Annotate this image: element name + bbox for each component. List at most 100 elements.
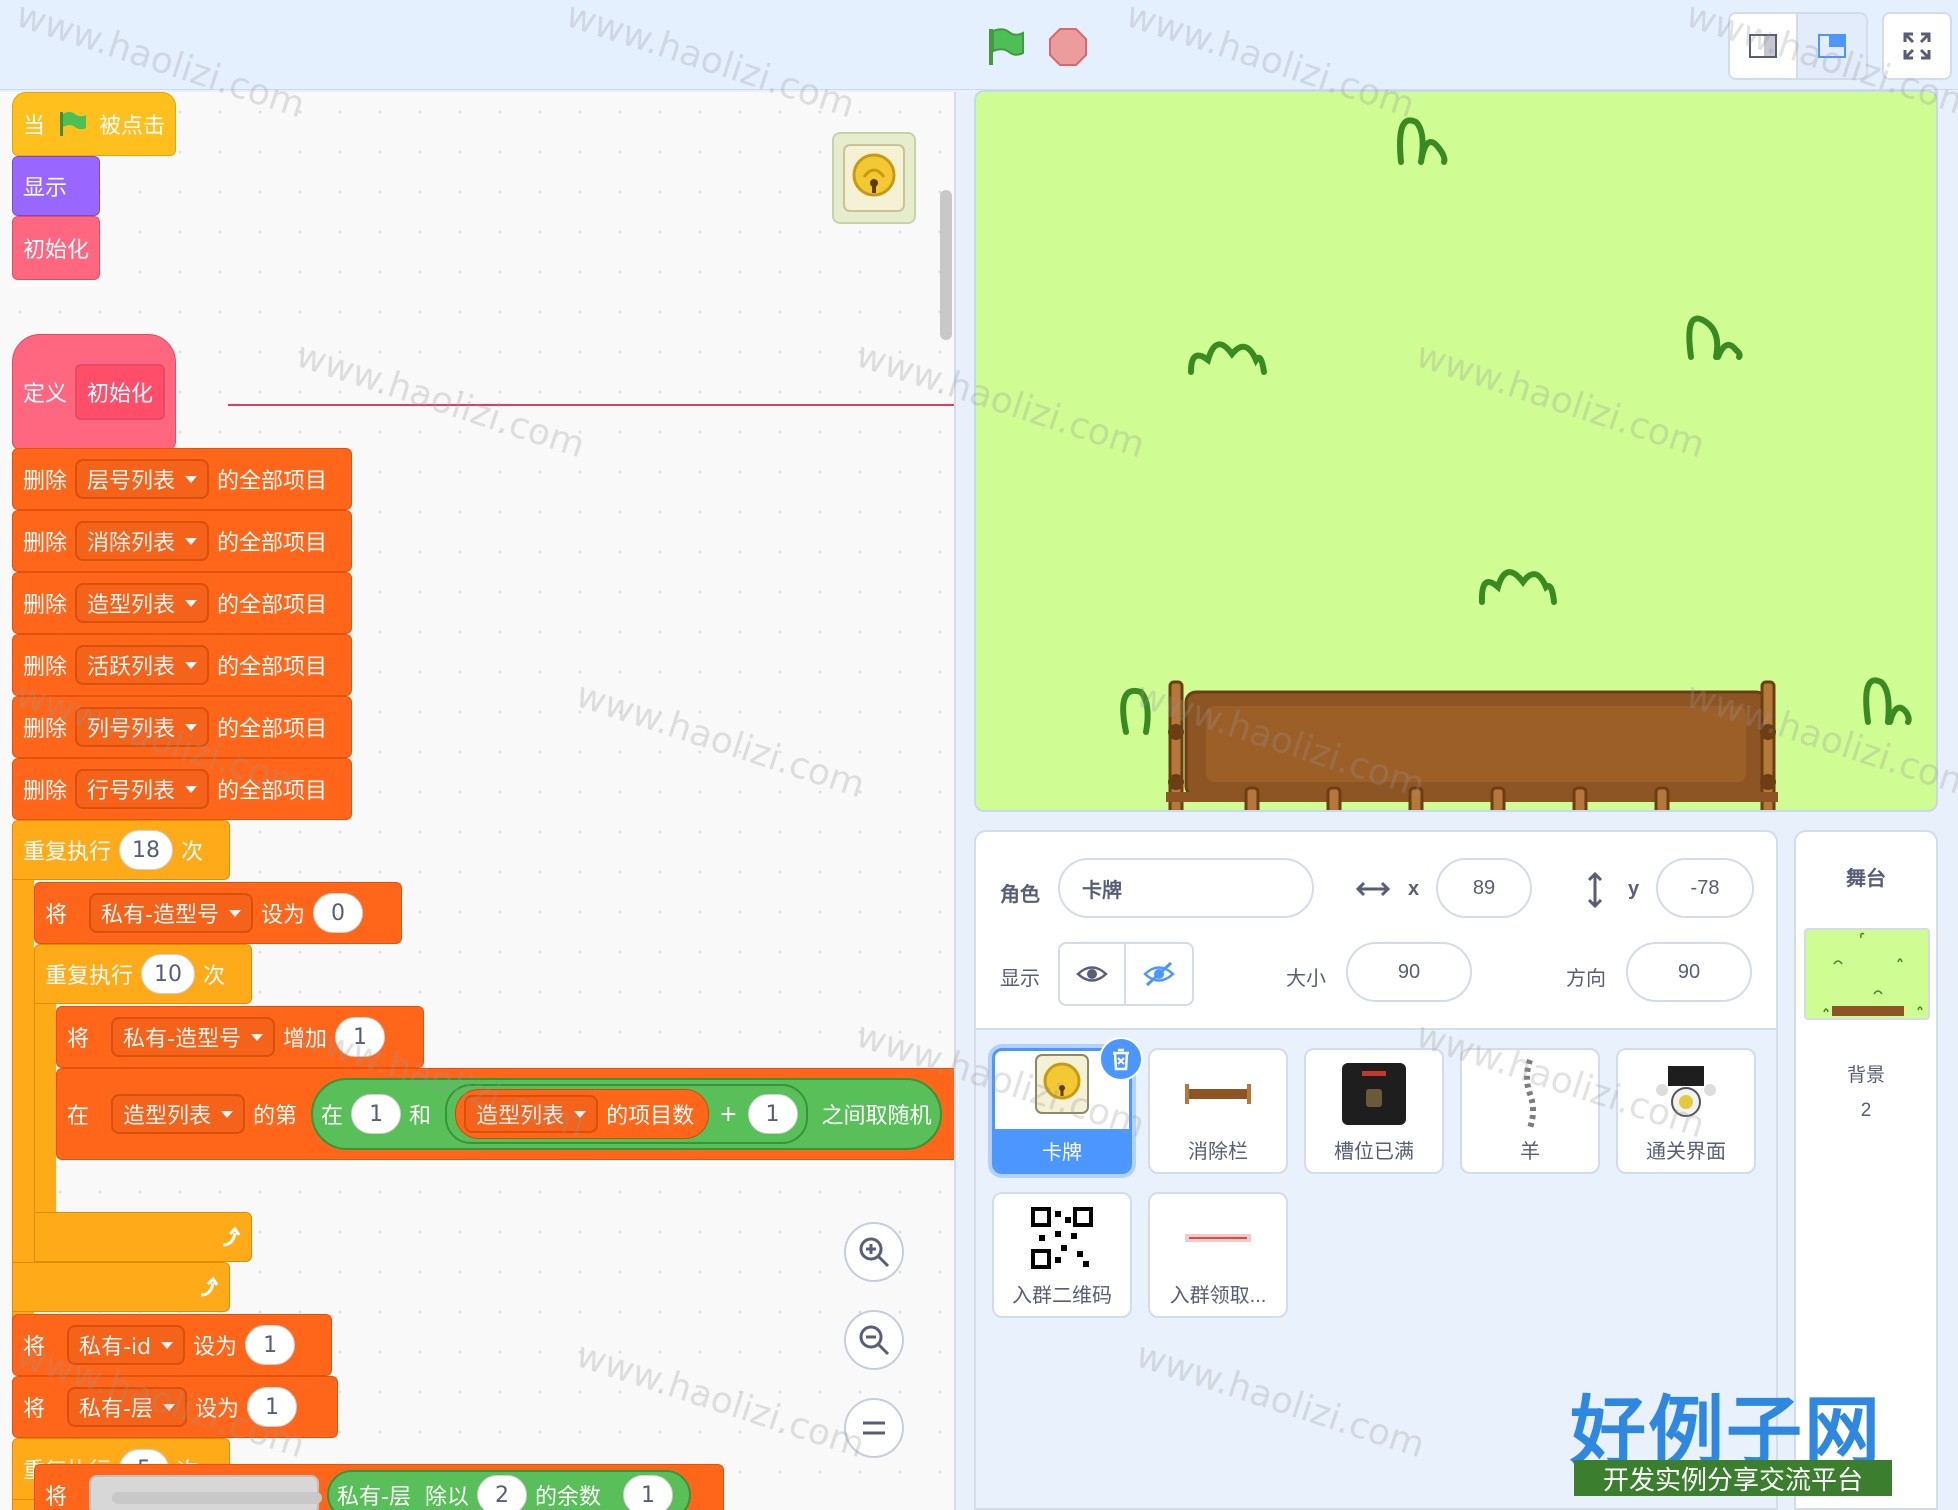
- green-flag-button[interactable]: [980, 20, 1032, 72]
- stage-target-pane[interactable]: 舞台 背景 2: [1794, 830, 1938, 1510]
- code-area[interactable]: 当 被点击 显示 初始化 定义 初始化 删除 层号列表 的全部项目 删除 消除列…: [0, 92, 956, 1510]
- y-input[interactable]: -78: [1656, 858, 1754, 918]
- variable-dropdown[interactable]: 私有-id: [67, 1325, 186, 1365]
- repeat-end: [34, 1212, 252, 1262]
- list-length-block[interactable]: 造型列表 的项目数: [455, 1089, 710, 1139]
- delete-all-block[interactable]: 删除 层号列表 的全部项目: [12, 448, 352, 510]
- call-init-block[interactable]: 初始化: [12, 216, 100, 280]
- list-dropdown[interactable]: 消除列表: [75, 521, 210, 561]
- fullscreen-button[interactable]: [1882, 12, 1952, 80]
- delete-all-block[interactable]: 删除 活跃列表 的全部项目: [12, 634, 352, 696]
- size-label: 大小: [1286, 968, 1326, 990]
- stage-size-toggle: [1728, 12, 1952, 80]
- eye-icon: [1076, 966, 1108, 982]
- repeat-arm: [12, 872, 34, 1326]
- list-dropdown[interactable]: 活跃列表: [75, 645, 210, 685]
- chevron-down-icon: [228, 909, 241, 917]
- define-init-block[interactable]: 定义 初始化: [12, 334, 176, 450]
- when-label: 当: [23, 114, 46, 139]
- x-input[interactable]: 89: [1436, 858, 1532, 918]
- join-group-thumbnail: [1178, 1203, 1258, 1273]
- value-input[interactable]: 1: [334, 1017, 385, 1057]
- repeat-18-block[interactable]: 重复执行 18 次: [12, 820, 230, 880]
- list-dropdown[interactable]: 行号列表: [75, 769, 210, 809]
- add-block[interactable]: 造型列表 的项目数 + 1: [445, 1084, 808, 1144]
- repeat-count-input[interactable]: 10: [141, 954, 196, 994]
- delete-sprite-button[interactable]: [1099, 1037, 1143, 1081]
- chevron-down-icon: [162, 1403, 175, 1411]
- stage-title: 舞台: [1846, 868, 1886, 890]
- value-input[interactable]: 1: [246, 1387, 297, 1427]
- variable-name: 私有-造型号: [123, 1027, 241, 1052]
- set-variable-block[interactable]: 将 私有-造型号 设为 0: [34, 882, 402, 944]
- addend-input[interactable]: 1: [747, 1094, 798, 1134]
- small-stage-button[interactable]: [1728, 12, 1798, 80]
- value-input[interactable]: 1: [245, 1325, 296, 1365]
- zoom-reset-button[interactable]: [844, 1398, 904, 1458]
- stage-thumbnail[interactable]: [1804, 928, 1930, 1020]
- set-layer-block[interactable]: 将 私有-层 设为 1: [12, 1376, 338, 1438]
- sprite-tile-bar[interactable]: 消除栏: [1148, 1048, 1288, 1174]
- change-variable-block[interactable]: 将 私有-造型号 增加 1: [56, 1006, 424, 1068]
- stop-button[interactable]: [1045, 24, 1091, 70]
- repeat-10-block[interactable]: 重复执行 10 次: [34, 944, 252, 1004]
- value-input[interactable]: 2: [476, 1475, 527, 1510]
- zoom-out-icon: [859, 1325, 890, 1356]
- sprite-tile-sheep[interactable]: 羊: [1460, 1048, 1600, 1174]
- set-label: 将: [23, 1335, 46, 1360]
- show-button[interactable]: [1058, 942, 1126, 1006]
- size-input[interactable]: 90: [1346, 942, 1472, 1002]
- sprite-tile-slot-full[interactable]: 槽位已满: [1304, 1048, 1444, 1174]
- delete-all-block[interactable]: 删除 造型列表 的全部项目: [12, 572, 352, 634]
- x-label: x: [1408, 878, 1420, 900]
- zoom-out-button[interactable]: [844, 1310, 904, 1370]
- direction-label: 方向: [1566, 968, 1606, 990]
- zoom-in-button[interactable]: [844, 1222, 904, 1282]
- random-block[interactable]: 在 1 和 造型列表 的项目数 + 1 之间取随机: [311, 1078, 942, 1150]
- list-name: 层号列表: [87, 469, 176, 494]
- show-block[interactable]: 显示: [12, 156, 100, 216]
- stage[interactable]: [974, 90, 1938, 812]
- vertical-scrollbar[interactable]: [940, 190, 952, 340]
- sprite-name-input[interactable]: 卡牌: [1058, 858, 1314, 918]
- list-dropdown[interactable]: 列号列表: [75, 707, 210, 747]
- sprite-tile-qr[interactable]: 入群二维码: [992, 1192, 1132, 1318]
- list-name: 消除列表: [87, 531, 176, 556]
- horizontal-scrollbar[interactable]: [112, 1492, 322, 1504]
- variable-dropdown[interactable]: 私有-造型号: [89, 893, 253, 933]
- delete-all-block[interactable]: 删除 消除列表 的全部项目: [12, 510, 352, 572]
- mod-block[interactable]: 私有-层 除以 2 的余数 1: [327, 1470, 691, 1510]
- insert-at-block[interactable]: 在 造型列表 的第 在 1 和 造型列表 的项目数 + 1 之间取随机: [56, 1068, 954, 1160]
- variable-dropdown[interactable]: 私有-层: [67, 1387, 187, 1427]
- list-dropdown[interactable]: 造型列表: [111, 1094, 246, 1134]
- repeat-count-input[interactable]: 18: [119, 830, 174, 870]
- list-dropdown[interactable]: 层号列表: [75, 459, 210, 499]
- win-screen-thumbnail: [1646, 1059, 1726, 1129]
- delete-all-block[interactable]: 删除 行号列表 的全部项目: [12, 758, 352, 820]
- trash-icon: [1113, 1048, 1129, 1071]
- direction-input[interactable]: 90: [1626, 942, 1752, 1002]
- normal-stage-button[interactable]: [1798, 12, 1868, 80]
- value-input[interactable]: 0: [312, 893, 363, 933]
- index-label: 的第: [253, 1104, 298, 1129]
- value-input[interactable]: 1: [623, 1475, 673, 1510]
- sprite-tile-win-screen[interactable]: 通关界面: [1616, 1048, 1756, 1174]
- sprite-tile-card[interactable]: 卡牌: [992, 1037, 1143, 1174]
- change-label: 将: [67, 1027, 90, 1052]
- hide-button[interactable]: [1126, 942, 1194, 1006]
- variable-dropdown[interactable]: 私有-造型号: [111, 1017, 275, 1057]
- chevron-down-icon: [161, 1341, 174, 1349]
- delete-label: 删除: [23, 717, 68, 742]
- delete-all-block[interactable]: 删除 列号列表 的全部项目: [12, 696, 352, 758]
- qr-thumbnail: [1022, 1203, 1102, 1273]
- fullscreen-icon: [1903, 32, 1931, 60]
- sprite-tile-join-group[interactable]: 入群领取...: [1148, 1192, 1288, 1318]
- random-from-input[interactable]: 1: [351, 1094, 402, 1134]
- variable-name: 私有-造型号: [101, 903, 219, 928]
- list-dropdown[interactable]: 造型列表: [464, 1095, 599, 1133]
- set-id-block[interactable]: 将 私有-id 设为 1: [12, 1314, 332, 1376]
- win-screen-icon: [1656, 1066, 1716, 1117]
- list-dropdown[interactable]: 造型列表: [75, 583, 210, 623]
- when-flag-clicked-block[interactable]: 当 被点击: [12, 92, 176, 156]
- list-name: 活跃列表: [87, 655, 176, 680]
